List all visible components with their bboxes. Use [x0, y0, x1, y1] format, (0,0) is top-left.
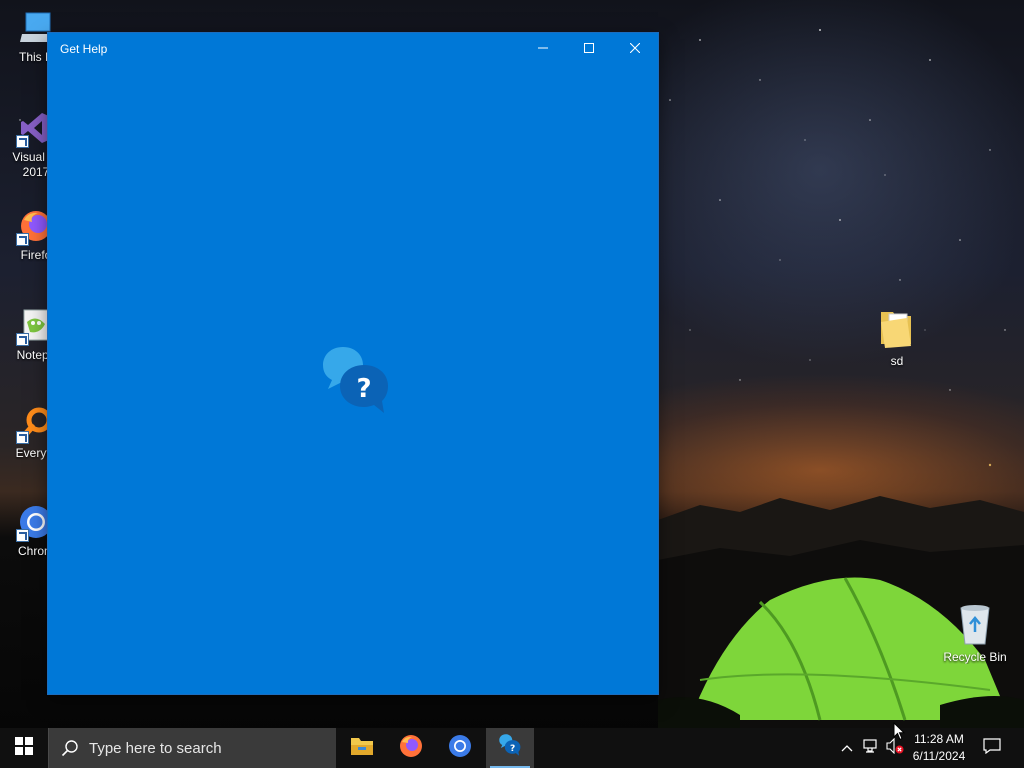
recycle-bin-icon: [955, 602, 995, 646]
taskbar-app-file-explorer[interactable]: [338, 728, 386, 768]
file-explorer-icon: [350, 735, 374, 762]
mouse-cursor-icon: [893, 721, 906, 746]
shortcut-arrow-icon: [16, 135, 29, 148]
firefox-icon: [399, 734, 423, 763]
taskbar-search-box[interactable]: Type here to search: [48, 728, 336, 768]
maximize-button[interactable]: [566, 33, 612, 64]
shortcut-arrow-icon: [16, 431, 29, 444]
shortcut-arrow-icon: [16, 529, 29, 542]
maximize-icon: [584, 40, 594, 58]
shortcut-arrow-icon: [16, 233, 29, 246]
start-button[interactable]: [0, 728, 48, 768]
taskbar-clock[interactable]: 11:28 AM 6/11/2024: [904, 731, 974, 765]
minimize-icon: [538, 40, 548, 58]
window-titlebar[interactable]: Get Help: [48, 33, 658, 64]
clock-date: 6/11/2024: [912, 749, 966, 763]
search-placeholder: Type here to search: [89, 740, 222, 757]
minimize-button[interactable]: [520, 33, 566, 64]
taskbar: Type here to search ? 11:28 AM 6/11/2024: [0, 728, 1024, 768]
network-icon: [863, 738, 879, 758]
desktop-icon-label: sd: [890, 354, 904, 368]
chevron-up-icon: [841, 739, 853, 757]
chromium-icon: [448, 734, 472, 763]
svg-text:?: ?: [356, 374, 371, 404]
get-help-icon: ?: [497, 733, 523, 764]
desktop-icon-sd-folder[interactable]: sd: [861, 306, 933, 368]
folder-icon: [877, 306, 917, 350]
desktop-icon-label: Recycle Bin: [943, 650, 1007, 664]
get-help-icon: ?: [316, 343, 396, 423]
search-icon: [61, 739, 79, 762]
window-title: Get Help: [60, 42, 108, 56]
shortcut-arrow-icon: [16, 333, 29, 346]
taskbar-app-get-help[interactable]: ?: [486, 728, 534, 768]
action-center-button[interactable]: [978, 728, 1006, 768]
windows-logo-icon: [15, 736, 33, 760]
action-center-icon: [983, 737, 1001, 759]
show-hidden-icons-button[interactable]: [838, 728, 856, 768]
svg-text:?: ?: [510, 743, 515, 753]
close-button[interactable]: [612, 33, 658, 64]
get-help-window[interactable]: Get Help ?: [48, 33, 658, 694]
close-icon: [629, 40, 641, 58]
taskbar-app-firefox[interactable]: [387, 728, 435, 768]
network-tray-button[interactable]: [860, 728, 882, 768]
desktop-icon-recycle-bin[interactable]: Recycle Bin: [939, 602, 1011, 664]
clock-time: 11:28 AM: [914, 732, 964, 746]
taskbar-app-chromium[interactable]: [436, 728, 484, 768]
